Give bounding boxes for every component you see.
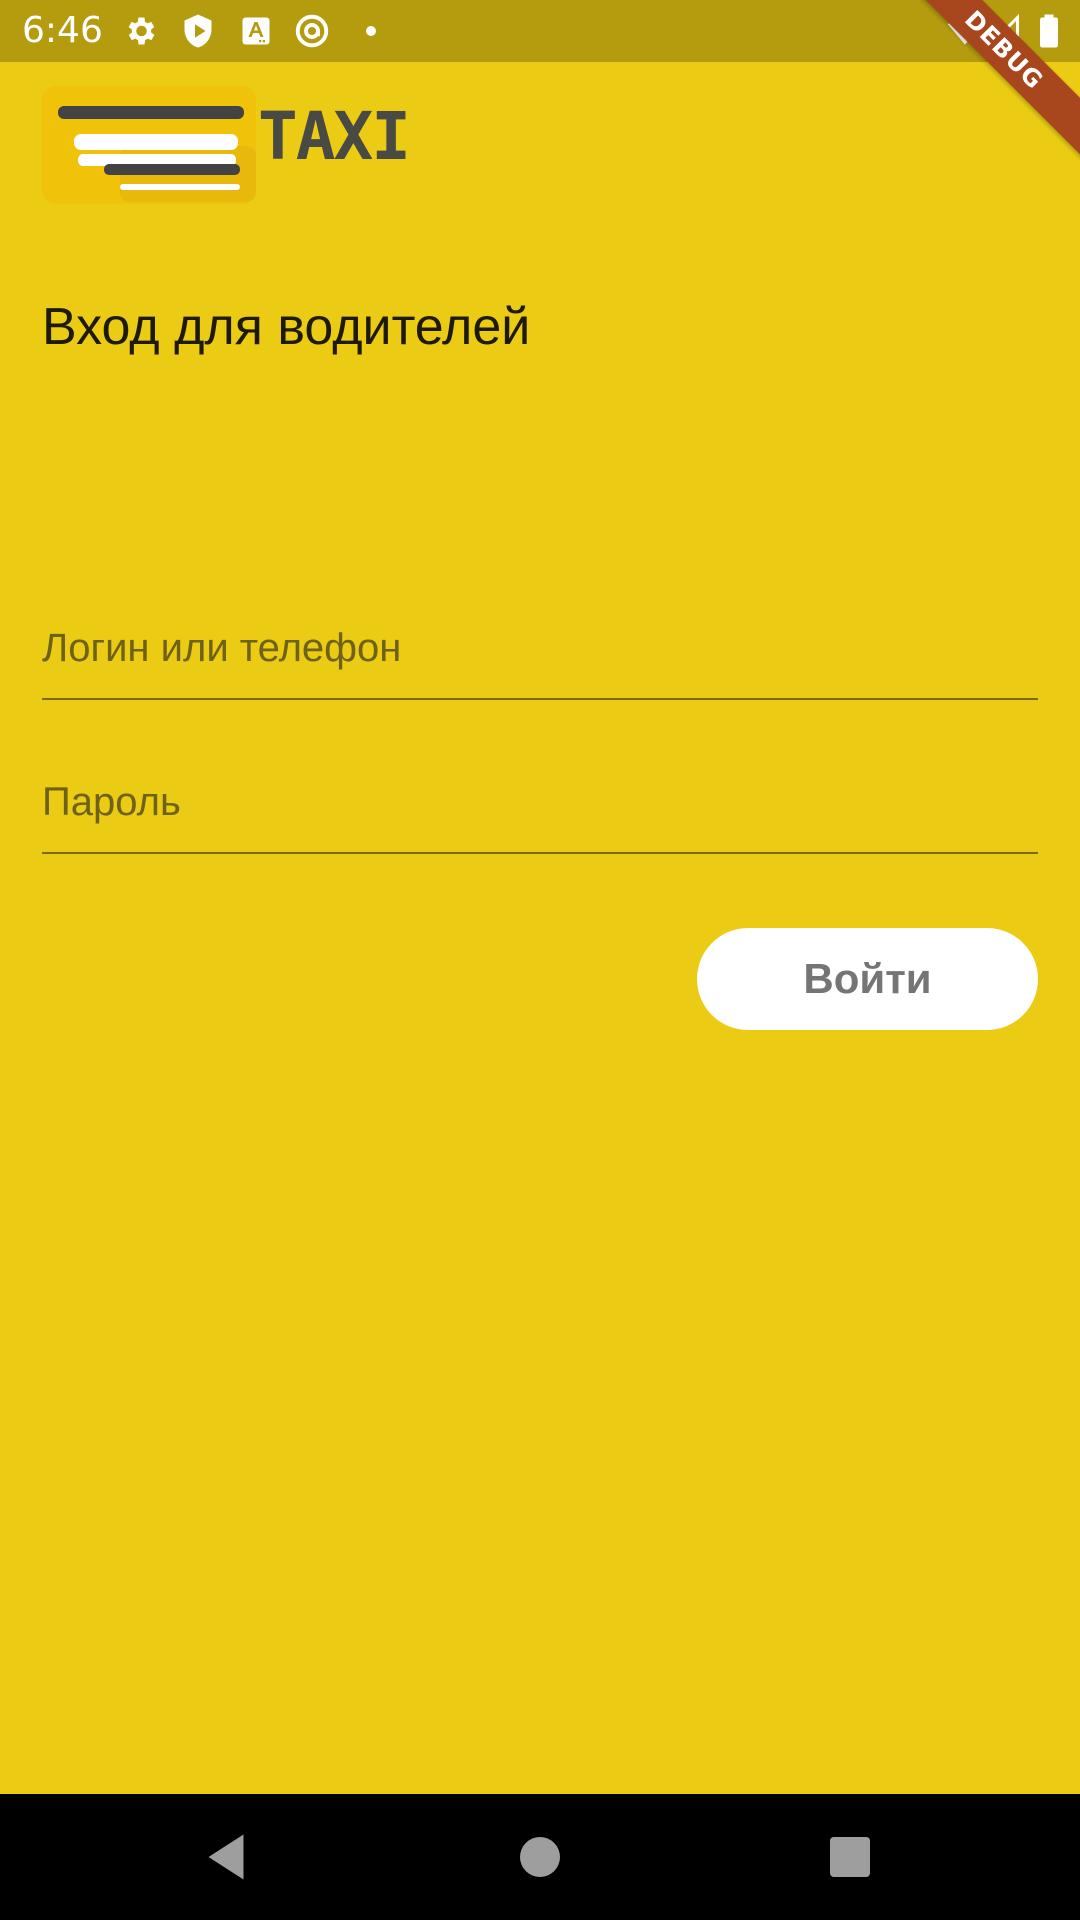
- shield-play-icon: [184, 14, 212, 48]
- gear-icon: [128, 17, 155, 45]
- navigation-bar: [0, 1794, 1080, 1920]
- login-button[interactable]: Войти: [697, 928, 1038, 1030]
- password-input[interactable]: [42, 774, 1038, 830]
- back-icon[interactable]: [196, 1827, 256, 1887]
- at-circle-icon: [295, 14, 329, 48]
- login-screen: 6:46 DEBUG TAXI Вход для водителей Логин…: [0, 0, 1080, 1920]
- home-icon[interactable]: [510, 1827, 570, 1887]
- logo-stripes-graphic: [42, 86, 256, 204]
- status-time: 6:46: [22, 10, 103, 51]
- text-a-icon: [242, 17, 270, 45]
- recents-icon[interactable]: [820, 1827, 880, 1887]
- status-bar: 6:46: [0, 0, 1080, 62]
- notification-dot: [366, 26, 376, 36]
- logo-text: TAXI: [258, 98, 411, 175]
- taxi-logo: TAXI: [40, 84, 411, 214]
- battery-icon: [1040, 14, 1058, 48]
- login-input[interactable]: [42, 620, 1038, 676]
- page-title: Вход для водителей: [42, 298, 531, 356]
- login-field[interactable]: [42, 608, 1038, 700]
- password-field[interactable]: [42, 762, 1038, 854]
